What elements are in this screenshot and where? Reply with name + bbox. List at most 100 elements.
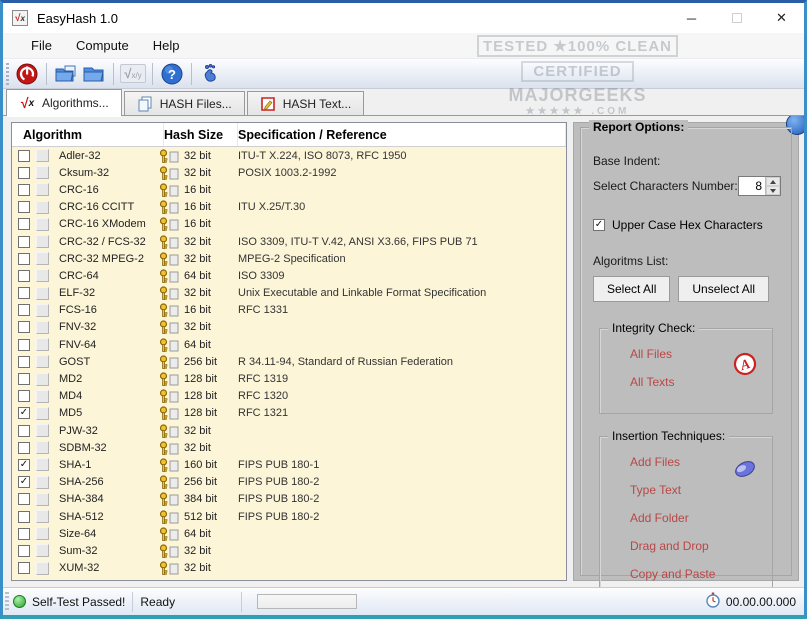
row-detail-button[interactable] bbox=[36, 201, 49, 214]
row-detail-button[interactable] bbox=[36, 166, 49, 179]
table-row[interactable]: FNV-6464 bit bbox=[12, 336, 566, 353]
algorithm-checkbox[interactable] bbox=[18, 184, 30, 196]
add-folder-link[interactable]: Add Folder bbox=[630, 511, 762, 525]
algorithm-checkbox[interactable]: ✓ bbox=[18, 459, 30, 471]
chars-number-spinner[interactable]: 8 bbox=[738, 176, 781, 196]
algorithm-checkbox[interactable] bbox=[18, 218, 30, 230]
algorithm-checkbox[interactable] bbox=[18, 321, 30, 333]
algorithm-checkbox[interactable] bbox=[18, 150, 30, 162]
table-row[interactable]: Size-6464 bit bbox=[12, 525, 566, 542]
help-button[interactable]: ? bbox=[158, 61, 186, 87]
table-row[interactable]: FNV-3232 bit bbox=[12, 319, 566, 336]
table-row[interactable]: PJW-3232 bit bbox=[12, 422, 566, 439]
algorithm-checkbox[interactable]: ✓ bbox=[18, 407, 30, 419]
algorithm-checkbox[interactable] bbox=[18, 236, 30, 248]
table-row[interactable]: Sum-3232 bit bbox=[12, 542, 566, 559]
table-row[interactable]: CRC-6464 bitISO 3309 bbox=[12, 267, 566, 284]
algorithm-checkbox[interactable] bbox=[18, 201, 30, 213]
algorithm-checkbox[interactable] bbox=[18, 167, 30, 179]
algorithm-checkbox[interactable] bbox=[18, 545, 30, 557]
table-row[interactable]: Cksum-3232 bitPOSIX 1003.2-1992 bbox=[12, 164, 566, 181]
tab-algorithms[interactable]: √x Algorithms... bbox=[6, 89, 122, 116]
tab-hash-files[interactable]: HASH Files... bbox=[124, 91, 245, 116]
exit-button[interactable] bbox=[13, 61, 41, 87]
menu-compute[interactable]: Compute bbox=[64, 34, 141, 57]
menu-file[interactable]: File bbox=[19, 34, 64, 57]
algorithm-checkbox[interactable] bbox=[18, 356, 30, 368]
row-detail-button[interactable] bbox=[36, 527, 49, 540]
algorithm-checkbox[interactable] bbox=[18, 442, 30, 454]
unselect-all-button[interactable]: Unselect All bbox=[678, 276, 769, 302]
row-detail-button[interactable] bbox=[36, 390, 49, 403]
row-detail-button[interactable] bbox=[36, 441, 49, 454]
table-row[interactable]: SHA-512512 bitFIPS PUB 180-2 bbox=[12, 508, 566, 525]
menu-help[interactable]: Help bbox=[141, 34, 192, 57]
chars-number-value[interactable]: 8 bbox=[739, 177, 765, 195]
close-button[interactable]: ✕ bbox=[759, 3, 804, 33]
algorithm-checkbox[interactable] bbox=[18, 511, 30, 523]
table-row[interactable]: CRC-32 MPEG-232 bitMPEG-2 Specification bbox=[12, 250, 566, 267]
row-detail-button[interactable] bbox=[36, 252, 49, 265]
algorithm-checkbox[interactable] bbox=[18, 528, 30, 540]
table-row[interactable]: FCS-1616 bitRFC 1331 bbox=[12, 302, 566, 319]
algorithm-checkbox[interactable] bbox=[18, 270, 30, 282]
table-row[interactable]: CRC-32 / FCS-3232 bitISO 3309, ITU-T V.4… bbox=[12, 233, 566, 250]
algorithm-checkbox[interactable] bbox=[18, 425, 30, 437]
row-detail-button[interactable] bbox=[36, 269, 49, 282]
algorithm-checkbox[interactable] bbox=[18, 373, 30, 385]
row-detail-button[interactable] bbox=[36, 562, 49, 575]
type-text-link[interactable]: Type Text bbox=[630, 483, 762, 497]
row-detail-button[interactable] bbox=[36, 458, 49, 471]
row-detail-button[interactable] bbox=[36, 510, 49, 523]
row-detail-button[interactable] bbox=[36, 149, 49, 162]
table-row[interactable]: ✓MD5128 bitRFC 1321 bbox=[12, 405, 566, 422]
algorithm-checkbox[interactable] bbox=[18, 562, 30, 574]
uppercase-checkbox[interactable]: ✓ bbox=[593, 219, 605, 231]
minimize-button[interactable]: ─ bbox=[669, 3, 714, 33]
row-detail-button[interactable] bbox=[36, 183, 49, 196]
table-row[interactable]: MD2128 bitRFC 1319 bbox=[12, 370, 566, 387]
table-row[interactable]: CRC-16 CCITT16 bitITU X.25/T.30 bbox=[12, 199, 566, 216]
table-row[interactable]: ✓SHA-1160 bitFIPS PUB 180-1 bbox=[12, 456, 566, 473]
table-row[interactable]: SHA-384384 bitFIPS PUB 180-2 bbox=[12, 491, 566, 508]
algorithm-checkbox[interactable] bbox=[18, 253, 30, 265]
row-detail-button[interactable] bbox=[36, 355, 49, 368]
row-detail-button[interactable] bbox=[36, 407, 49, 420]
row-detail-button[interactable] bbox=[36, 235, 49, 248]
table-row[interactable]: Adler-3232 bitITU-T X.224, ISO 8073, RFC… bbox=[12, 147, 566, 164]
tab-hash-text[interactable]: HASH Text... bbox=[247, 91, 364, 116]
algorithm-checkbox[interactable] bbox=[18, 493, 30, 505]
table-row[interactable]: SDBM-3232 bit bbox=[12, 439, 566, 456]
algorithm-checkbox[interactable] bbox=[18, 390, 30, 402]
select-all-button[interactable]: Select All bbox=[593, 276, 670, 302]
col-algorithm[interactable]: Algorithm bbox=[23, 123, 164, 146]
drag-and-drop-link[interactable]: Drag and Drop bbox=[630, 539, 762, 553]
algorithm-checkbox[interactable] bbox=[18, 287, 30, 299]
table-row[interactable]: ✓SHA-256256 bitFIPS PUB 180-2 bbox=[12, 474, 566, 491]
about-button[interactable] bbox=[197, 61, 225, 87]
col-specification[interactable]: Specification / Reference bbox=[238, 123, 566, 146]
row-detail-button[interactable] bbox=[36, 544, 49, 557]
algorithm-checkbox[interactable] bbox=[18, 339, 30, 351]
open-folder-button[interactable] bbox=[80, 61, 108, 87]
row-detail-button[interactable] bbox=[36, 493, 49, 506]
row-detail-button[interactable] bbox=[36, 373, 49, 386]
table-row[interactable]: MD4128 bitRFC 1320 bbox=[12, 388, 566, 405]
open-files-button[interactable] bbox=[52, 61, 80, 87]
row-detail-button[interactable] bbox=[36, 338, 49, 351]
row-detail-button[interactable] bbox=[36, 304, 49, 317]
table-row[interactable]: CRC-16 XModem16 bit bbox=[12, 216, 566, 233]
spinner-up-icon[interactable] bbox=[766, 177, 780, 186]
col-hash-size[interactable]: Hash Size bbox=[164, 123, 238, 146]
row-detail-button[interactable] bbox=[36, 321, 49, 334]
row-detail-button[interactable] bbox=[36, 424, 49, 437]
row-detail-button[interactable] bbox=[36, 218, 49, 231]
algorithm-checkbox[interactable] bbox=[18, 304, 30, 316]
table-row[interactable]: GOST256 bitR 34.11-94, Standard of Russi… bbox=[12, 353, 566, 370]
row-detail-button[interactable] bbox=[36, 476, 49, 489]
row-detail-button[interactable] bbox=[36, 287, 49, 300]
algorithm-checkbox[interactable]: ✓ bbox=[18, 476, 30, 488]
spinner-down-icon[interactable] bbox=[766, 186, 780, 195]
table-row[interactable]: ELF-3232 bitUnix Executable and Linkable… bbox=[12, 285, 566, 302]
copy-and-paste-link[interactable]: Copy and Paste bbox=[630, 567, 762, 581]
